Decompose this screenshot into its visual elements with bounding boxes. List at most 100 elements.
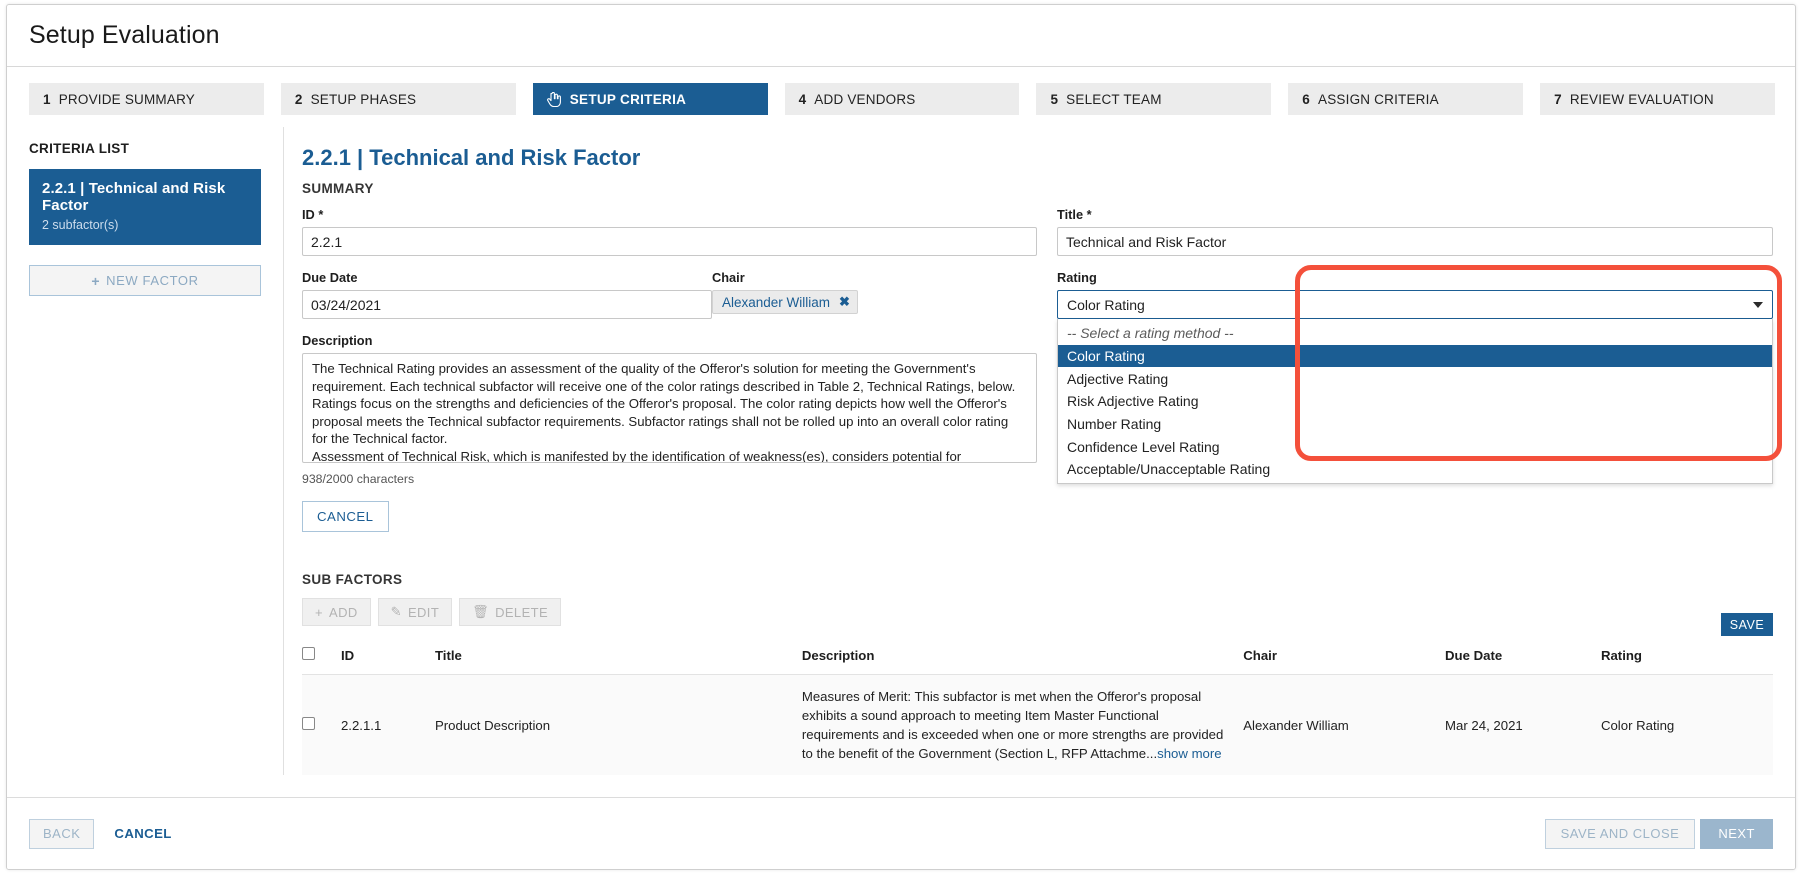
step-label: ADD VENDORS: [814, 91, 916, 107]
rating-option-color-rating[interactable]: Color Rating: [1058, 344, 1772, 368]
table-header: ID Title Description Chair Due Date Rati…: [302, 647, 1773, 675]
step-number: 4: [798, 91, 807, 107]
column-id: ID: [340, 647, 435, 675]
column-rating: Rating: [1600, 647, 1773, 675]
add-subfactor-button[interactable]: + ADD: [302, 598, 371, 626]
step-setup-criteria[interactable]: SETUP CRITERIA: [532, 83, 768, 115]
rating-selected-value: Color Rating: [1067, 296, 1145, 313]
step-label: SETUP CRITERIA: [569, 91, 687, 107]
id-input[interactable]: [302, 227, 1037, 256]
due-date-input[interactable]: [302, 290, 712, 319]
step-select-team[interactable]: 5 SELECT TEAM: [1036, 83, 1272, 115]
subfactors-heading: SUB FACTORS: [302, 572, 403, 587]
column-chair: Chair: [1243, 647, 1446, 675]
due-date-label: Due Date: [302, 270, 358, 285]
page-title: Setup Evaluation: [29, 21, 220, 49]
delete-subfactor-button[interactable]: 🗑 DELETE: [459, 598, 562, 626]
description-label: Description: [302, 333, 373, 348]
step-setup-phases[interactable]: 2 SETUP PHASES: [280, 83, 516, 115]
step-number: 6: [1302, 91, 1311, 107]
criteria-list-heading: CRITERIA LIST: [29, 141, 130, 156]
step-number: 2: [294, 91, 303, 107]
row-checkbox[interactable]: [302, 717, 315, 730]
row-description: Measures of Merit: This subfactor is met…: [801, 674, 1244, 775]
footer-cancel-button[interactable]: CANCEL: [108, 825, 177, 842]
character-counter: 938/2000 characters: [302, 472, 415, 486]
save-and-close-button[interactable]: SAVE AND CLOSE: [1544, 818, 1696, 849]
footer-right-actions: SAVE AND CLOSE NEXT: [1544, 818, 1773, 849]
subfactors-section: SUB FACTORS + ADD ✎ EDIT 🗑 DELETE ID Tit…: [302, 572, 1773, 775]
step-label: REVIEW EVALUATION: [1569, 91, 1714, 107]
back-button[interactable]: BACK: [29, 818, 95, 849]
rating-field-group: Rating Color Rating -- Select a rating m…: [1037, 270, 1773, 484]
next-button[interactable]: NEXT: [1700, 818, 1773, 849]
new-factor-button[interactable]: + NEW FACTOR: [29, 265, 261, 296]
row-rating: Color Rating: [1600, 674, 1773, 775]
column-title: Title: [434, 647, 802, 675]
add-label: ADD: [329, 604, 358, 620]
step-label: SETUP PHASES: [310, 91, 417, 107]
row-select-cell: [302, 674, 341, 775]
row-title: Product Description: [434, 674, 802, 775]
select-all-checkbox[interactable]: [302, 647, 315, 660]
plus-icon: +: [91, 272, 101, 289]
chair-field-group: Chair Alexander William ✖: [712, 270, 1037, 319]
show-more-link[interactable]: show more: [1157, 746, 1222, 761]
criteria-item-subfactor-count: 2 subfactor(s): [42, 218, 119, 232]
chair-chip-label: Alexander William: [722, 294, 831, 310]
step-number: 5: [1050, 91, 1059, 107]
description-textarea[interactable]: The Technical Rating provides an assessm…: [302, 353, 1037, 463]
chevron-down-icon: [1753, 301, 1763, 308]
table-header-row: ID Title Description Chair Due Date Rati…: [302, 647, 1773, 675]
step-label: ASSIGN CRITERIA: [1318, 91, 1439, 107]
step-review-evaluation[interactable]: 7 REVIEW EVALUATION: [1540, 83, 1776, 115]
step-number: 7: [1554, 91, 1562, 107]
trash-icon: 🗑: [472, 604, 490, 619]
content-area: CRITERIA LIST 2.2.1 | Technical and Risk…: [7, 127, 1795, 775]
title-input[interactable]: [1057, 227, 1773, 256]
cancel-button[interactable]: CANCEL: [302, 501, 389, 532]
factor-title: 2.2.1 | Technical and Risk Factor: [302, 145, 641, 170]
description-field-group: Description The Technical Rating provide…: [302, 333, 1037, 532]
close-icon[interactable]: ✖: [839, 294, 850, 310]
due-date-field-group: Due Date: [302, 270, 712, 319]
rating-option-acceptable-unacceptable-rating[interactable]: Acceptable/Unacceptable Rating: [1058, 458, 1772, 481]
save-button[interactable]: SAVE: [1721, 613, 1773, 636]
plus-icon: +: [315, 604, 323, 620]
title-field-group: Title *: [1037, 207, 1773, 256]
step-label: SELECT TEAM: [1066, 91, 1162, 107]
chair-label: Chair: [712, 270, 745, 285]
rating-label: Rating: [1057, 270, 1097, 285]
rating-option-risk-adjective-rating[interactable]: Risk Adjective Rating: [1058, 390, 1772, 413]
rating-dropdown-list[interactable]: -- Select a rating method -- Color Ratin…: [1057, 319, 1773, 484]
subfactors-toolbar: + ADD ✎ EDIT 🗑 DELETE: [302, 598, 1773, 626]
rating-option-number-rating[interactable]: Number Rating: [1058, 413, 1772, 436]
row-due-date: Mar 24, 2021: [1445, 674, 1601, 775]
edit-label: EDIT: [407, 604, 440, 620]
rating-option-placeholder[interactable]: -- Select a rating method --: [1058, 322, 1772, 345]
pencil-icon: ✎: [390, 604, 402, 619]
subfactors-table: ID Title Description Chair Due Date Rati…: [302, 647, 1773, 775]
step-assign-criteria[interactable]: 6 ASSIGN CRITERIA: [1288, 83, 1524, 115]
criteria-list-item-2-2-1[interactable]: 2.2.1 | Technical and Risk Factor 2 subf…: [29, 169, 261, 245]
rating-option-adjective-rating[interactable]: Adjective Rating: [1058, 367, 1772, 390]
factor-detail-panel: 2.2.1 | Technical and Risk Factor SUMMAR…: [284, 127, 1795, 775]
column-description: Description: [801, 647, 1244, 675]
column-select-all: [302, 647, 341, 675]
new-factor-label: NEW FACTOR: [106, 273, 199, 288]
id-title-row: ID * Title *: [302, 207, 1773, 256]
application-window: Setup Evaluation 1 PROVIDE SUMMARY 2 SET…: [6, 4, 1796, 870]
table-row[interactable]: 2.2.1.1 Product Description Measures of …: [302, 674, 1773, 775]
table-body: 2.2.1.1 Product Description Measures of …: [302, 674, 1773, 775]
rating-option-confidence-level-rating[interactable]: Confidence Level Rating: [1058, 435, 1772, 458]
edit-subfactor-button[interactable]: ✎ EDIT: [377, 598, 453, 626]
column-due-date: Due Date: [1445, 647, 1601, 675]
criteria-sidebar: CRITERIA LIST 2.2.1 | Technical and Risk…: [7, 127, 284, 775]
rating-select[interactable]: Color Rating: [1057, 290, 1773, 319]
chair-chip[interactable]: Alexander William ✖: [712, 290, 858, 314]
step-provide-summary[interactable]: 1 PROVIDE SUMMARY: [29, 83, 264, 115]
step-number: 1: [43, 91, 51, 107]
step-add-vendors[interactable]: 4 ADD VENDORS: [784, 83, 1020, 115]
page-header: Setup Evaluation: [7, 5, 1795, 67]
criteria-item-title: 2.2.1 | Technical and Risk Factor: [42, 180, 226, 214]
